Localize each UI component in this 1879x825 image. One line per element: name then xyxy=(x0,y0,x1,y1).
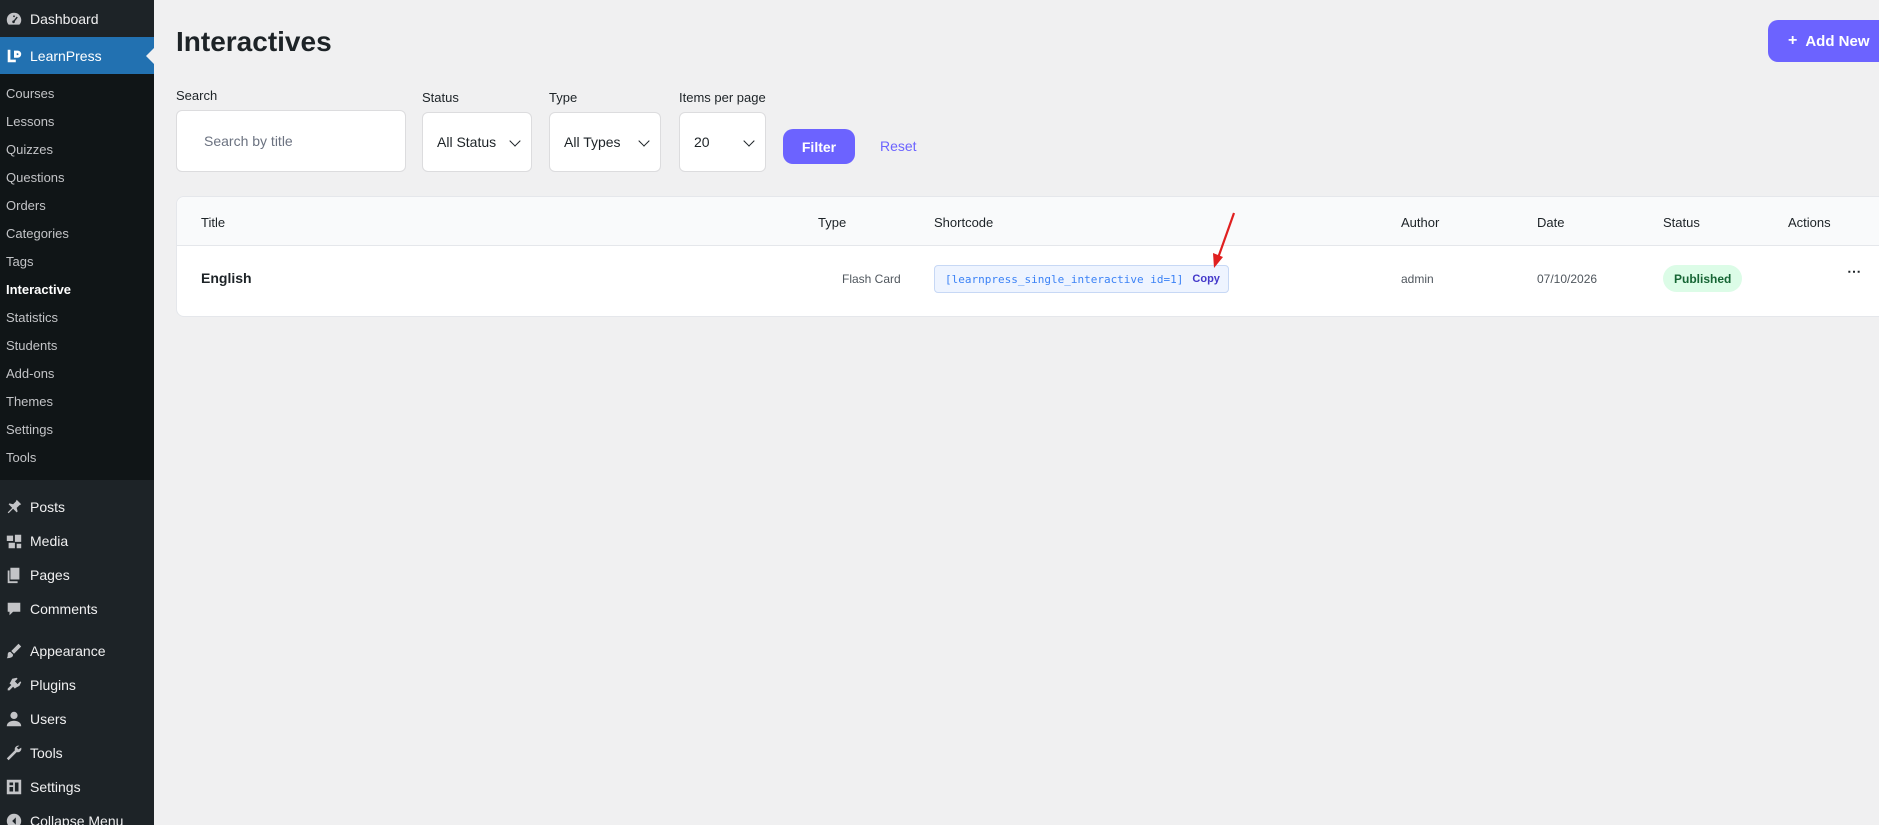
submenu-lessons[interactable]: Lessons xyxy=(0,108,154,136)
submenu-settings[interactable]: Settings xyxy=(0,416,154,444)
column-title[interactable]: Title xyxy=(201,215,225,230)
column-actions: Actions xyxy=(1788,215,1831,230)
menu-users[interactable]: Users xyxy=(0,702,154,736)
column-author[interactable]: Author xyxy=(1401,215,1439,230)
shortcode-box: [learnpress_single_interactive id=1] Cop… xyxy=(934,265,1229,293)
row-author: admin xyxy=(1401,272,1434,286)
learnpress-submenu: Courses Lessons Quizzes Questions Orders… xyxy=(0,74,154,480)
per-page-select-value: 20 xyxy=(694,134,710,150)
per-page-label: Items per page xyxy=(679,90,766,105)
shortcode-text: [learnpress_single_interactive id=1] xyxy=(945,272,1184,286)
learnpress-icon xyxy=(4,46,24,66)
media-icon xyxy=(4,531,24,551)
submenu-categories[interactable]: Categories xyxy=(0,220,154,248)
status-badge: Published xyxy=(1663,265,1743,292)
chevron-down-icon xyxy=(509,135,521,147)
menu-collapse-label: Collapse Menu xyxy=(30,813,124,825)
submenu-interactive[interactable]: Interactive xyxy=(0,276,154,304)
menu-media[interactable]: Media xyxy=(0,524,154,558)
status-select-value: All Status xyxy=(437,134,497,150)
collapse-icon xyxy=(4,811,24,825)
menu-appearance-label: Appearance xyxy=(30,643,106,659)
chevron-down-icon xyxy=(638,135,650,147)
submenu-themes[interactable]: Themes xyxy=(0,388,154,416)
menu-plugins[interactable]: Plugins xyxy=(0,668,154,702)
menu-settings-label: Settings xyxy=(30,779,81,795)
menu-media-label: Media xyxy=(30,533,69,549)
settings-icon xyxy=(4,777,24,797)
submenu-quizzes[interactable]: Quizzes xyxy=(0,136,154,164)
menu-dashboard[interactable]: Dashboard xyxy=(0,0,154,37)
per-page-select[interactable]: 20 xyxy=(679,112,766,172)
submenu-tags[interactable]: Tags xyxy=(0,248,154,276)
pages-icon xyxy=(4,565,24,585)
filter-button[interactable]: Filter xyxy=(783,129,855,164)
user-icon xyxy=(4,709,24,729)
menu-collapse[interactable]: Collapse Menu xyxy=(0,804,154,825)
menu-pages[interactable]: Pages xyxy=(0,558,154,592)
column-date[interactable]: Date xyxy=(1537,215,1564,230)
brush-icon xyxy=(4,641,24,661)
plugin-icon xyxy=(4,675,24,695)
column-type[interactable]: Type xyxy=(818,215,846,230)
submenu-add-ons[interactable]: Add-ons xyxy=(0,360,154,388)
interactives-table: Title Type Shortcode Author Date Status … xyxy=(176,196,1879,317)
pin-icon xyxy=(4,497,24,517)
submenu-questions[interactable]: Questions xyxy=(0,164,154,192)
column-shortcode: Shortcode xyxy=(934,215,994,230)
type-select-value: All Types xyxy=(564,134,621,150)
add-new-button[interactable]: + Add New xyxy=(1768,20,1879,62)
reset-link[interactable]: Reset xyxy=(880,138,917,154)
chevron-down-icon xyxy=(743,135,755,147)
row-date: 07/10/2026 xyxy=(1537,272,1598,286)
menu-tools-label: Tools xyxy=(30,745,63,761)
menu-posts[interactable]: Posts xyxy=(0,490,154,524)
status-select[interactable]: All Status xyxy=(422,112,532,172)
plus-icon: + xyxy=(1788,32,1798,49)
type-select[interactable]: All Types xyxy=(549,112,661,172)
comment-icon xyxy=(4,599,24,619)
type-label: Type xyxy=(549,90,578,105)
search-input[interactable]: Search by title xyxy=(176,110,406,172)
menu-posts-label: Posts xyxy=(30,499,66,515)
menu-pages-label: Pages xyxy=(30,567,70,583)
menu-dashboard-label: Dashboard xyxy=(30,10,99,27)
wrench-icon xyxy=(4,743,24,763)
menu-appearance[interactable]: Appearance xyxy=(0,634,154,668)
menu-comments[interactable]: Comments xyxy=(0,592,154,626)
menu-plugins-label: Plugins xyxy=(30,677,76,693)
submenu-courses[interactable]: Courses xyxy=(0,80,154,108)
submenu-statistics[interactable]: Statistics xyxy=(0,304,154,332)
table-header: Title Type Shortcode Author Date Status … xyxy=(177,197,1879,246)
admin-sidebar: Dashboard LearnPress Courses Lessons Qui… xyxy=(0,0,154,825)
dashboard-icon xyxy=(4,9,24,29)
column-status[interactable]: Status xyxy=(1663,215,1700,230)
row-title[interactable]: English xyxy=(201,270,252,286)
menu-learnpress[interactable]: LearnPress xyxy=(0,37,154,74)
copy-shortcode-button[interactable]: Copy xyxy=(1192,273,1220,285)
page-title: Interactives xyxy=(176,26,332,57)
status-label: Status xyxy=(422,90,459,105)
menu-users-label: Users xyxy=(30,711,67,727)
menu-settings[interactable]: Settings xyxy=(0,770,154,804)
main-content: Interactives + Add New Search Search by … xyxy=(154,0,1879,825)
annotation-arrow xyxy=(1213,212,1236,268)
add-new-label: Add New xyxy=(1805,32,1870,50)
menu-learnpress-label: LearnPress xyxy=(30,47,102,64)
menu-comments-label: Comments xyxy=(30,601,98,617)
search-label: Search xyxy=(176,88,218,103)
row-actions-menu[interactable]: ⋯ xyxy=(1847,263,1862,280)
submenu-orders[interactable]: Orders xyxy=(0,192,154,220)
submenu-tools[interactable]: Tools xyxy=(0,444,154,472)
row-type: Flash Card xyxy=(842,272,901,286)
menu-tools[interactable]: Tools xyxy=(0,736,154,770)
submenu-students[interactable]: Students xyxy=(0,332,154,360)
search-placeholder: Search by title xyxy=(204,133,293,149)
